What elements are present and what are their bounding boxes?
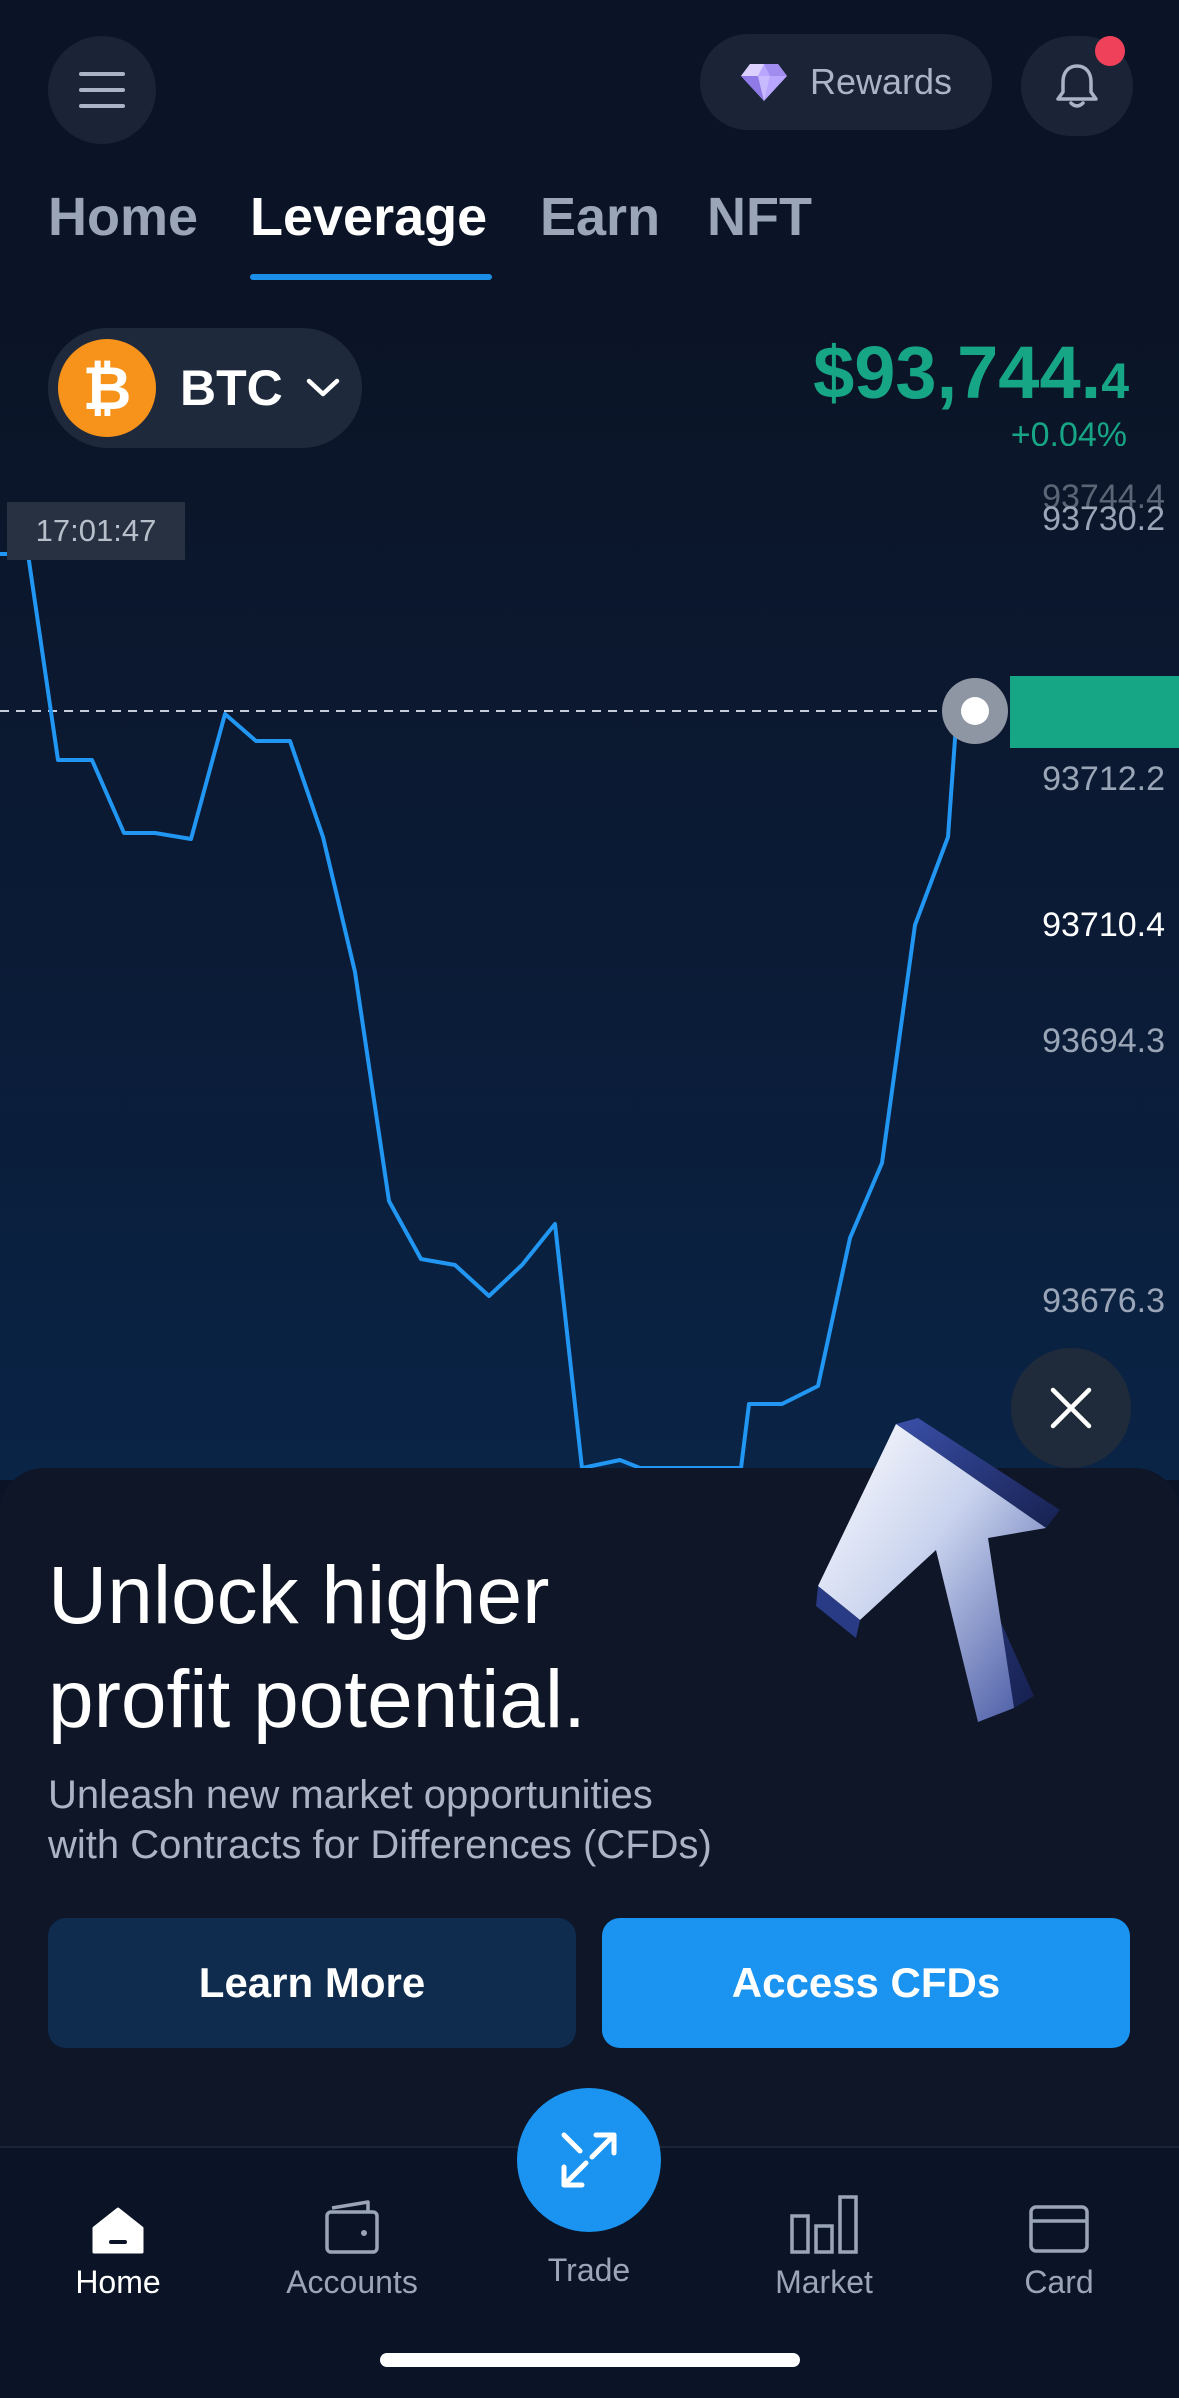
promo-title-line: profit potential. xyxy=(48,1654,586,1745)
price-chart[interactable] xyxy=(0,300,1179,1480)
nav-home-label: Home xyxy=(75,2264,161,2300)
menu-button[interactable] xyxy=(48,36,156,144)
promo-title-line: Unlock higher xyxy=(48,1550,550,1641)
price-line xyxy=(0,552,959,1470)
tab-nft[interactable]: NFT xyxy=(707,186,812,248)
nav-accounts[interactable]: Accounts xyxy=(252,2164,452,2314)
nav-card-label: Card xyxy=(1024,2264,1094,2300)
current-point xyxy=(961,697,989,725)
promo-description: Unleash new market opportunities with Co… xyxy=(48,1770,948,1870)
price-axis-label: 93712.2 xyxy=(1042,760,1165,798)
active-tab-indicator xyxy=(250,274,492,280)
time-tag: 17:01:47 xyxy=(7,502,185,560)
nav-accounts-label: Accounts xyxy=(286,2264,418,2300)
nav-home[interactable]: Home xyxy=(18,2164,218,2314)
nav-card[interactable]: Card xyxy=(959,2164,1159,2314)
notification-dot xyxy=(1095,36,1125,66)
home-indicator[interactable] xyxy=(380,2353,800,2367)
nav-market-label: Market xyxy=(775,2264,873,2300)
swap-arrows-icon xyxy=(561,2132,617,2188)
price-axis-label: 93730.2 xyxy=(1042,500,1165,538)
price-axis-label: 93676.3 xyxy=(1042,1282,1165,1320)
hamburger-icon xyxy=(79,72,125,108)
nav-trade-label[interactable]: Trade xyxy=(489,2252,689,2289)
trade-button[interactable] xyxy=(517,2088,661,2232)
access-cfds-button[interactable]: Access CFDs xyxy=(602,1918,1130,2048)
learn-more-button[interactable]: Learn More xyxy=(48,1918,576,2048)
rewards-button[interactable]: Rewards xyxy=(700,34,992,130)
bar-chart-icon xyxy=(790,2195,858,2254)
tab-leverage[interactable]: Leverage xyxy=(250,186,487,248)
promo-description-line: Unleash new market opportunities xyxy=(48,1773,653,1817)
price-axis-label: 93694.3 xyxy=(1042,1022,1165,1060)
nav-market[interactable]: Market xyxy=(724,2164,924,2314)
home-icon xyxy=(92,2207,144,2254)
tab-earn[interactable]: Earn xyxy=(540,186,660,248)
promo-title: Unlock higher profit potential. xyxy=(48,1544,848,1752)
rewards-label: Rewards xyxy=(809,61,953,102)
tab-home[interactable]: Home xyxy=(48,186,198,248)
bell-icon xyxy=(1056,64,1098,108)
current-price-marker xyxy=(1010,676,1179,748)
diamond-icon xyxy=(740,64,787,101)
wallet-icon xyxy=(325,2200,379,2254)
credit-card-icon xyxy=(1029,2205,1089,2253)
promo-description-line: with Contracts for Differences (CFDs) xyxy=(48,1823,712,1867)
price-axis-label: 93710.4 xyxy=(1042,906,1165,944)
notifications-button[interactable] xyxy=(1021,36,1133,136)
